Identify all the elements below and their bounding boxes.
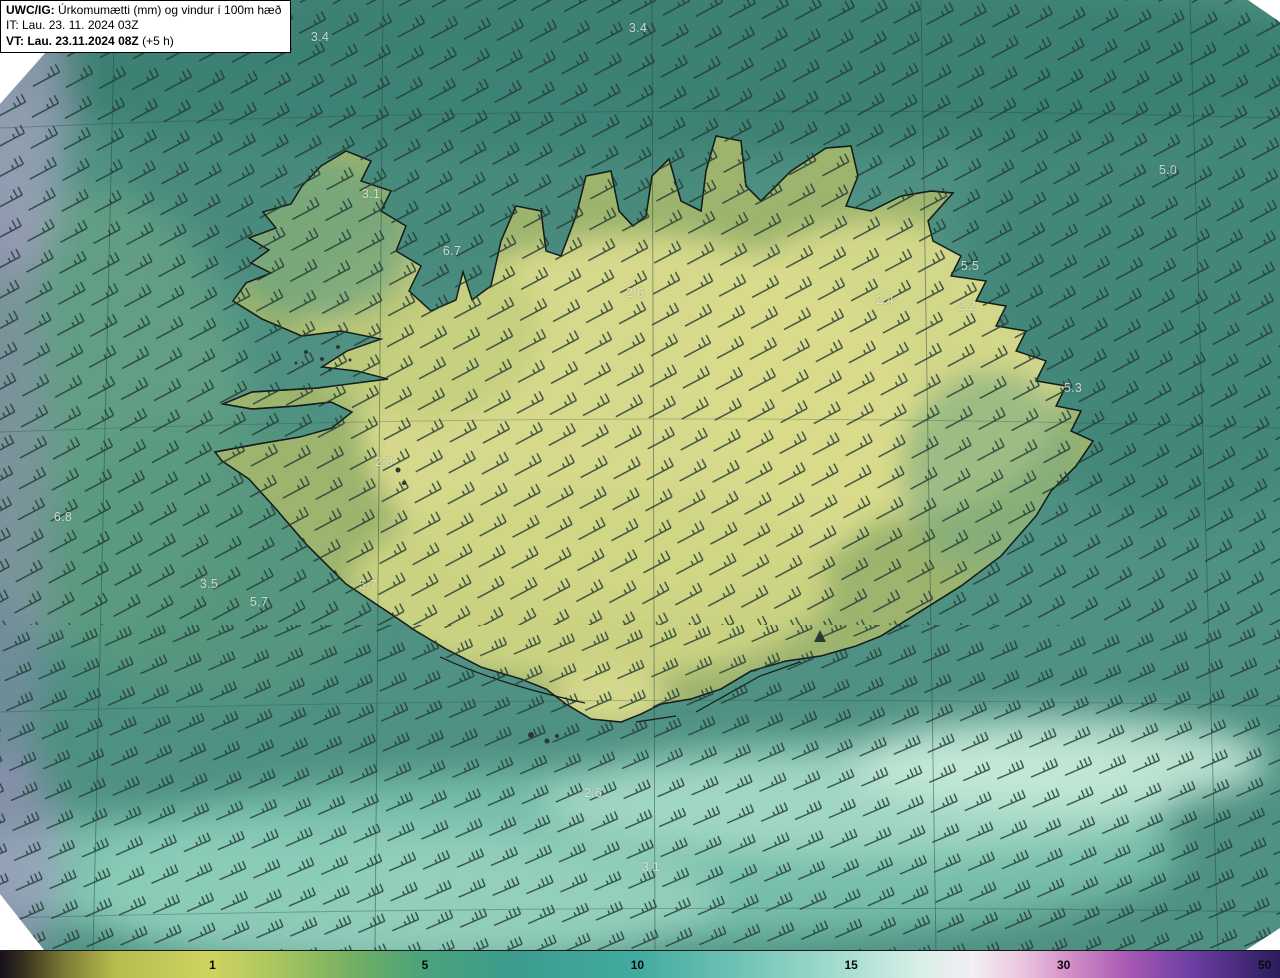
colorbar-tick-label: 5 <box>421 957 429 972</box>
wind-barbs-field-south <box>0 625 1280 950</box>
colorbar-tick-label: 30 <box>1056 957 1071 972</box>
weather-map-page: 3.4 3.4 5.0 3.1 6.7 5.5 2.6 2.4 2.2 5.3 2.8 6.8 3.5 5… <box>0 0 1280 978</box>
product-info-box: UWC/IG: Úrkomumætti (mm) og vindur í 100… <box>0 0 292 54</box>
init-value: Lau. 23. 11. 2024 03Z <box>18 18 139 33</box>
valid-label: VT: <box>6 33 24 48</box>
product-label: UWC/IG: <box>6 3 55 17</box>
init-time-line: IT: Lau. 23. 11. 2024 03Z <box>6 18 281 33</box>
colorbar-tick-label: 15 <box>844 957 858 972</box>
colorbar-gradient: 1 5 10 15 30 50 <box>0 951 1280 978</box>
valid-value: Lau. 23.11.2024 08Z <box>24 33 139 48</box>
product-title-line: UWC/IG: Úrkomumætti (mm) og vindur í 100… <box>6 3 281 18</box>
precipitation-colorbar: 1 5 10 15 30 50 <box>0 950 1280 978</box>
colorbar-tick-label: 10 <box>630 957 645 972</box>
valid-time-line: VT: Lau. 23.11.2024 08Z (+5 h) <box>6 34 281 49</box>
product-title: Úrkomumætti (mm) og vindur í 100m hæð <box>54 3 282 17</box>
wind-barbs-field-north <box>0 0 1280 625</box>
colorbar-tick-label: 50 <box>1257 957 1272 972</box>
weather-map <box>0 0 1280 950</box>
valid-suffix: (+5 h) <box>138 33 174 48</box>
colorbar-tick-label: 1 <box>209 957 216 972</box>
init-label: IT: <box>6 18 19 33</box>
